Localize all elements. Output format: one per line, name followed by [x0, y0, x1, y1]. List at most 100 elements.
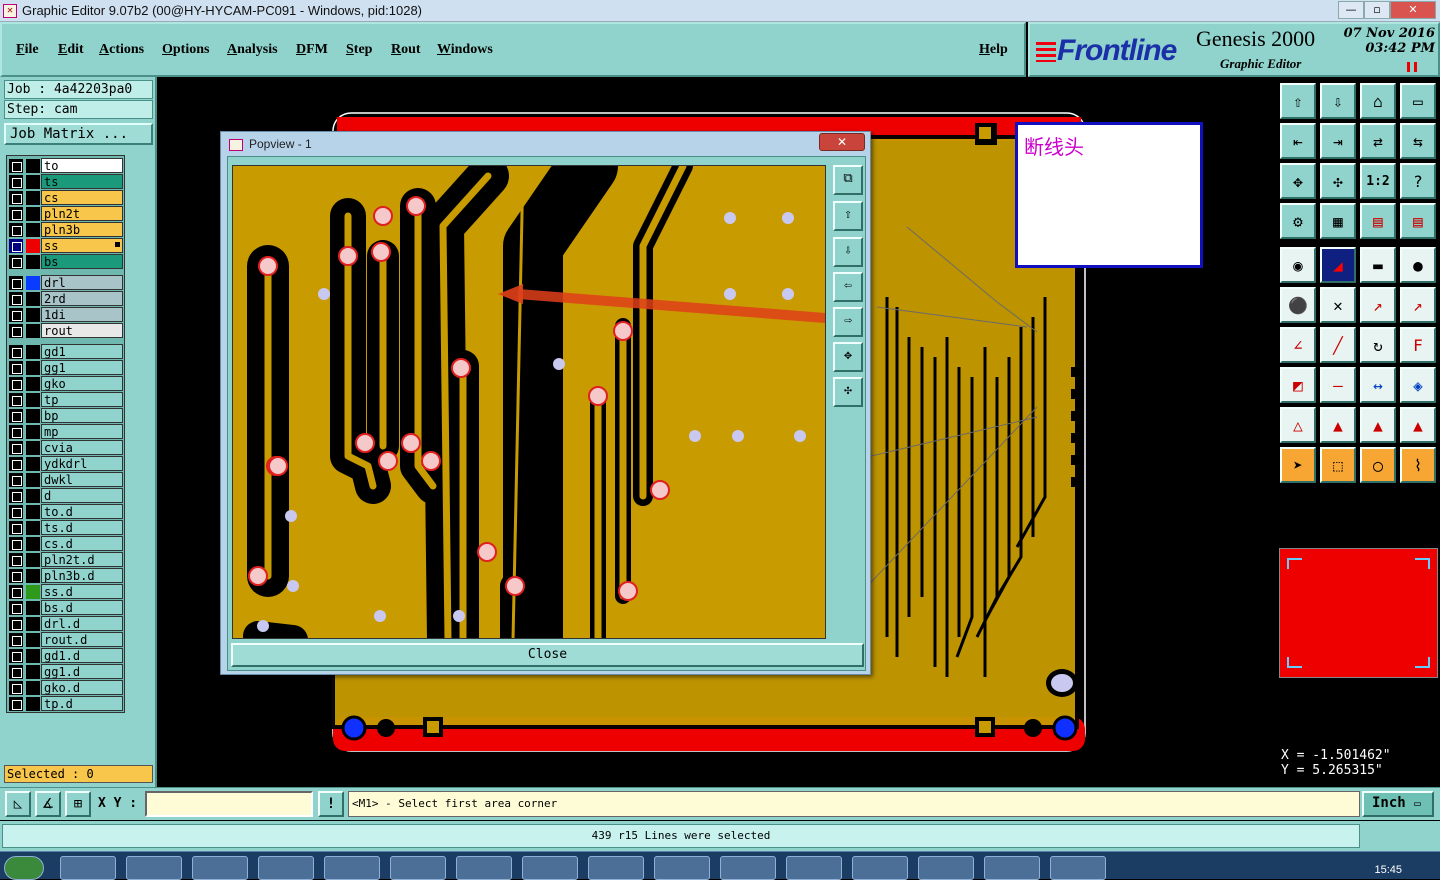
zoom-fit-icon[interactable]: ⧉	[833, 165, 863, 195]
layer-checkbox[interactable]	[9, 207, 23, 221]
layer-name[interactable]: gg1.d	[41, 664, 123, 679]
zoom-center-icon[interactable]: ✣	[1320, 163, 1356, 199]
layer-checkbox[interactable]	[9, 585, 23, 599]
taskbar-app-2[interactable]	[126, 856, 182, 880]
layer-color-swatch[interactable]	[26, 239, 40, 253]
layer-row-bs[interactable]: bs	[7, 254, 124, 270]
layer-name[interactable]: drl.d	[41, 616, 123, 631]
layer-name[interactable]: ts	[41, 174, 123, 189]
layer-name[interactable]: to	[41, 158, 123, 173]
layer-row-ydkdrl[interactable]: ydkdrl	[7, 456, 124, 472]
layer-name[interactable]: cvia	[41, 440, 123, 455]
layer-color-swatch[interactable]	[26, 292, 40, 306]
layer-row-rout[interactable]: rout	[7, 323, 124, 339]
layer-checkbox[interactable]	[9, 505, 23, 519]
taskbar-app-1[interactable]	[60, 856, 116, 880]
scale-1-2-icon[interactable]: 1:2	[1360, 163, 1396, 199]
layer-color-swatch[interactable]	[26, 308, 40, 322]
layer-checkbox[interactable]	[9, 255, 23, 269]
layer-color-swatch[interactable]	[26, 473, 40, 487]
snap-icon[interactable]: ◺	[5, 791, 31, 817]
pad-add-icon[interactable]: ◉	[1280, 247, 1316, 283]
layer-name[interactable]: tp.d	[41, 696, 123, 711]
layer-row-gg1.d[interactable]: gg1.d	[7, 664, 124, 680]
window-close-button[interactable]: ✕	[1390, 1, 1436, 19]
layer-color-swatch[interactable]	[26, 409, 40, 423]
layer-color-swatch[interactable]	[26, 569, 40, 583]
layer-checkbox[interactable]	[9, 308, 23, 322]
alert-icon[interactable]: !	[318, 791, 344, 817]
line-color-icon[interactable]: ◢	[1320, 247, 1356, 283]
select-path-icon[interactable]: ⌇	[1400, 447, 1436, 483]
layer-checkbox[interactable]	[9, 457, 23, 471]
menu-step[interactable]: Step	[346, 42, 372, 58]
layer-name[interactable]: pln2t	[41, 206, 123, 221]
layer-name[interactable]: pln3b.d	[41, 568, 123, 583]
layer-row-cs.d[interactable]: cs.d	[7, 536, 124, 552]
menu-dfm[interactable]: DFM	[296, 42, 328, 58]
layer-row-pln2t.d[interactable]: pln2t.d	[7, 552, 124, 568]
layer-checkbox[interactable]	[9, 393, 23, 407]
layer-color-swatch[interactable]	[26, 537, 40, 551]
menu-help[interactable]: Help	[979, 42, 1008, 58]
triangle-c-icon[interactable]: ▲	[1360, 407, 1396, 443]
pan-right-icon[interactable]: ⇨	[833, 307, 863, 337]
flip-icon[interactable]: ⇄	[1360, 123, 1396, 159]
pan-right-tool-icon[interactable]: ⇥	[1320, 123, 1356, 159]
triangle-a-icon[interactable]: △	[1280, 407, 1316, 443]
layer-checkbox[interactable]	[9, 601, 23, 615]
layer-color-swatch[interactable]	[26, 191, 40, 205]
layer-name[interactable]: to.d	[41, 504, 123, 519]
arc-icon[interactable]: ↻	[1360, 327, 1396, 363]
ruler-icon[interactable]: ▬	[1360, 247, 1396, 283]
board-minimap[interactable]	[1279, 548, 1438, 678]
layer-name[interactable]: dwkl	[41, 472, 123, 487]
home-icon[interactable]: ⌂	[1360, 83, 1396, 119]
connect-icon[interactable]: ⚫	[1280, 287, 1316, 323]
layer-checkbox[interactable]	[9, 617, 23, 631]
layer-checkbox[interactable]	[9, 324, 23, 338]
taskbar-app-6[interactable]	[390, 856, 446, 880]
taskbar-app-3[interactable]	[192, 856, 248, 880]
pan-up-icon[interactable]: ⇧	[833, 201, 863, 231]
layers-icon[interactable]: ▤	[1360, 203, 1396, 239]
taskbar-app-8[interactable]	[522, 856, 578, 880]
layer-color-swatch[interactable]	[26, 175, 40, 189]
layer-color-swatch[interactable]	[26, 649, 40, 663]
layer-color-swatch[interactable]	[26, 393, 40, 407]
layer-checkbox[interactable]	[9, 159, 23, 173]
layer-name[interactable]: tp	[41, 392, 123, 407]
layer-name[interactable]: gko.d	[41, 680, 123, 695]
layer-checkbox[interactable]	[9, 681, 23, 695]
layer-checkbox[interactable]	[9, 489, 23, 503]
window-icon[interactable]: ▭	[1400, 83, 1436, 119]
layer-name[interactable]: mp	[41, 424, 123, 439]
menu-actions[interactable]: Actions	[99, 42, 144, 58]
layers-alt-icon[interactable]: ▤	[1400, 203, 1436, 239]
home-bottom-icon[interactable]: ⇩	[1320, 83, 1356, 119]
layer-color-swatch[interactable]	[26, 441, 40, 455]
layer-row-drl[interactable]: drl	[7, 275, 124, 291]
unit-selector[interactable]: Inch ▭	[1362, 791, 1434, 817]
layer-checkbox[interactable]	[9, 473, 23, 487]
popview-canvas[interactable]	[232, 165, 826, 639]
menu-file[interactable]: File	[16, 42, 39, 58]
layer-row-to.d[interactable]: to.d	[7, 504, 124, 520]
taskbar-app-16[interactable]	[1050, 856, 1106, 880]
layer-checkbox[interactable]	[9, 537, 23, 551]
layer-checkbox[interactable]	[9, 569, 23, 583]
layer-checkbox[interactable]	[9, 191, 23, 205]
popview-close-x-button[interactable]: ✕	[819, 133, 865, 151]
taskbar-app-13[interactable]	[852, 856, 908, 880]
layer-name[interactable]: ts.d	[41, 520, 123, 535]
taskbar-app-10[interactable]	[654, 856, 710, 880]
cross-icon[interactable]: ✕	[1320, 287, 1356, 323]
layer-checkbox[interactable]	[9, 292, 23, 306]
layer-color-swatch[interactable]	[26, 425, 40, 439]
layer-row-rout.d[interactable]: rout.d	[7, 632, 124, 648]
layer-checkbox[interactable]	[9, 553, 23, 567]
layer-row-gko.d[interactable]: gko.d	[7, 680, 124, 696]
layer-row-ts.d[interactable]: ts.d	[7, 520, 124, 536]
layer-color-swatch[interactable]	[26, 361, 40, 375]
taskbar-app-14[interactable]	[918, 856, 974, 880]
